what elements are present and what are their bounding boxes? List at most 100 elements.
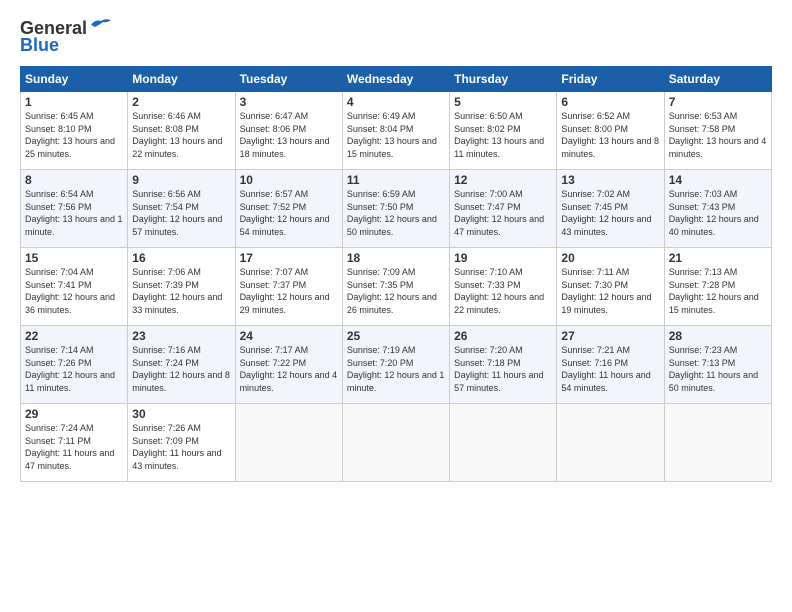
sunrise-time: Sunrise: 6:45 AM [25,111,94,121]
sunrise-time: Sunrise: 7:21 AM [561,345,630,355]
day-number: 10 [240,173,338,187]
daylight-hours: Daylight: 13 hours and 22 minutes. [132,136,222,159]
day-info: Sunrise: 7:14 AM Sunset: 7:26 PM Dayligh… [25,344,123,394]
day-info: Sunrise: 6:47 AM Sunset: 8:06 PM Dayligh… [240,110,338,160]
sunset-time: Sunset: 7:20 PM [347,358,414,368]
sunrise-time: Sunrise: 6:59 AM [347,189,416,199]
day-number: 6 [561,95,659,109]
day-info: Sunrise: 6:57 AM Sunset: 7:52 PM Dayligh… [240,188,338,238]
calendar-cell: 2 Sunrise: 6:46 AM Sunset: 8:08 PM Dayli… [128,92,235,170]
day-number: 22 [25,329,123,343]
day-info: Sunrise: 6:46 AM Sunset: 8:08 PM Dayligh… [132,110,230,160]
sunrise-time: Sunrise: 6:53 AM [669,111,738,121]
sunset-time: Sunset: 7:26 PM [25,358,92,368]
logo-blue-text: Blue [20,35,59,56]
calendar-week-4: 22 Sunrise: 7:14 AM Sunset: 7:26 PM Dayl… [21,326,772,404]
day-info: Sunrise: 7:03 AM Sunset: 7:43 PM Dayligh… [669,188,767,238]
calendar-cell: 16 Sunrise: 7:06 AM Sunset: 7:39 PM Dayl… [128,248,235,326]
calendar-cell [664,404,771,482]
weekday-header-row: Sunday Monday Tuesday Wednesday Thursday… [21,67,772,92]
page: General Blue Sunday Monday Tuesday Wedne… [0,0,792,612]
calendar-cell: 24 Sunrise: 7:17 AM Sunset: 7:22 PM Dayl… [235,326,342,404]
day-number: 24 [240,329,338,343]
day-number: 26 [454,329,552,343]
sunrise-time: Sunrise: 6:56 AM [132,189,201,199]
sunrise-time: Sunrise: 7:16 AM [132,345,201,355]
daylight-hours: Daylight: 11 hours and 50 minutes. [669,370,758,393]
day-number: 29 [25,407,123,421]
header-monday: Monday [128,67,235,92]
sunrise-time: Sunrise: 7:04 AM [25,267,94,277]
sunset-time: Sunset: 7:35 PM [347,280,414,290]
day-info: Sunrise: 6:49 AM Sunset: 8:04 PM Dayligh… [347,110,445,160]
sunrise-time: Sunrise: 7:10 AM [454,267,523,277]
sunset-time: Sunset: 7:24 PM [132,358,199,368]
calendar-cell: 19 Sunrise: 7:10 AM Sunset: 7:33 PM Dayl… [450,248,557,326]
day-info: Sunrise: 7:24 AM Sunset: 7:11 PM Dayligh… [25,422,123,472]
day-number: 13 [561,173,659,187]
daylight-hours: Daylight: 12 hours and 43 minutes. [561,214,651,237]
sunrise-time: Sunrise: 6:46 AM [132,111,201,121]
sunrise-time: Sunrise: 7:09 AM [347,267,416,277]
calendar-cell: 10 Sunrise: 6:57 AM Sunset: 7:52 PM Dayl… [235,170,342,248]
sunset-time: Sunset: 7:50 PM [347,202,414,212]
daylight-hours: Daylight: 12 hours and 50 minutes. [347,214,437,237]
sunset-time: Sunset: 8:04 PM [347,124,414,134]
calendar-cell: 22 Sunrise: 7:14 AM Sunset: 7:26 PM Dayl… [21,326,128,404]
calendar-cell: 27 Sunrise: 7:21 AM Sunset: 7:16 PM Dayl… [557,326,664,404]
daylight-hours: Daylight: 12 hours and 26 minutes. [347,292,437,315]
day-number: 21 [669,251,767,265]
logo-bird-icon [89,17,113,33]
daylight-hours: Daylight: 11 hours and 47 minutes. [25,448,114,471]
calendar-cell: 30 Sunrise: 7:26 AM Sunset: 7:09 PM Dayl… [128,404,235,482]
sunrise-time: Sunrise: 7:17 AM [240,345,309,355]
sunset-time: Sunset: 7:30 PM [561,280,628,290]
daylight-hours: Daylight: 12 hours and 54 minutes. [240,214,330,237]
daylight-hours: Daylight: 12 hours and 47 minutes. [454,214,544,237]
sunset-time: Sunset: 7:39 PM [132,280,199,290]
calendar-table: Sunday Monday Tuesday Wednesday Thursday… [20,66,772,482]
calendar-cell [342,404,449,482]
sunrise-time: Sunrise: 7:19 AM [347,345,416,355]
calendar-week-1: 1 Sunrise: 6:45 AM Sunset: 8:10 PM Dayli… [21,92,772,170]
day-info: Sunrise: 7:04 AM Sunset: 7:41 PM Dayligh… [25,266,123,316]
header: General Blue [20,18,772,56]
day-number: 15 [25,251,123,265]
day-info: Sunrise: 7:13 AM Sunset: 7:28 PM Dayligh… [669,266,767,316]
sunrise-time: Sunrise: 6:57 AM [240,189,309,199]
day-info: Sunrise: 7:17 AM Sunset: 7:22 PM Dayligh… [240,344,338,394]
calendar-cell [235,404,342,482]
daylight-hours: Daylight: 11 hours and 54 minutes. [561,370,650,393]
daylight-hours: Daylight: 13 hours and 8 minutes. [561,136,659,159]
header-tuesday: Tuesday [235,67,342,92]
calendar-cell: 9 Sunrise: 6:56 AM Sunset: 7:54 PM Dayli… [128,170,235,248]
sunset-time: Sunset: 7:18 PM [454,358,521,368]
sunrise-time: Sunrise: 7:26 AM [132,423,201,433]
header-thursday: Thursday [450,67,557,92]
calendar-cell: 13 Sunrise: 7:02 AM Sunset: 7:45 PM Dayl… [557,170,664,248]
calendar-cell [450,404,557,482]
sunrise-time: Sunrise: 7:20 AM [454,345,523,355]
calendar-cell: 7 Sunrise: 6:53 AM Sunset: 7:58 PM Dayli… [664,92,771,170]
sunrise-time: Sunrise: 7:07 AM [240,267,309,277]
day-number: 30 [132,407,230,421]
day-info: Sunrise: 7:20 AM Sunset: 7:18 PM Dayligh… [454,344,552,394]
day-number: 2 [132,95,230,109]
calendar-cell: 6 Sunrise: 6:52 AM Sunset: 8:00 PM Dayli… [557,92,664,170]
daylight-hours: Daylight: 12 hours and 40 minutes. [669,214,759,237]
day-info: Sunrise: 7:26 AM Sunset: 7:09 PM Dayligh… [132,422,230,472]
calendar-cell: 5 Sunrise: 6:50 AM Sunset: 8:02 PM Dayli… [450,92,557,170]
sunset-time: Sunset: 8:10 PM [25,124,92,134]
sunset-time: Sunset: 7:54 PM [132,202,199,212]
logo: General Blue [20,18,117,56]
day-info: Sunrise: 7:06 AM Sunset: 7:39 PM Dayligh… [132,266,230,316]
calendar-cell: 21 Sunrise: 7:13 AM Sunset: 7:28 PM Dayl… [664,248,771,326]
day-number: 20 [561,251,659,265]
day-info: Sunrise: 7:09 AM Sunset: 7:35 PM Dayligh… [347,266,445,316]
sunset-time: Sunset: 7:11 PM [25,436,91,446]
day-number: 23 [132,329,230,343]
day-info: Sunrise: 6:45 AM Sunset: 8:10 PM Dayligh… [25,110,123,160]
daylight-hours: Daylight: 13 hours and 15 minutes. [347,136,437,159]
day-number: 17 [240,251,338,265]
daylight-hours: Daylight: 12 hours and 15 minutes. [669,292,759,315]
